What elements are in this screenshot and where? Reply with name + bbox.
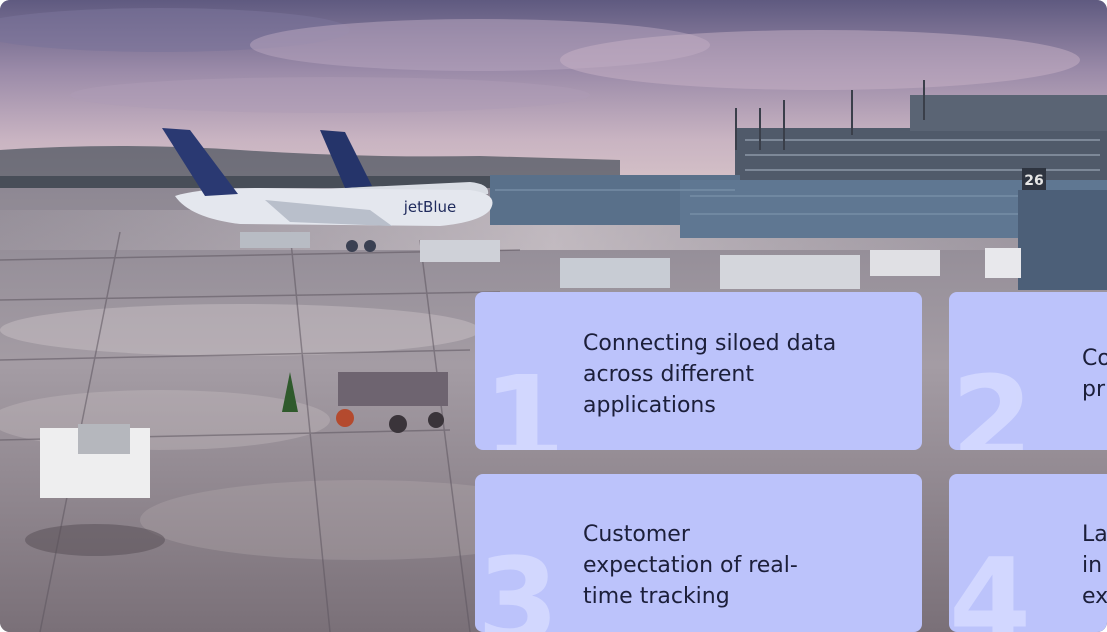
challenge-card-2: 2 Co pr xyxy=(949,292,1107,450)
challenge-card-1: 1 Connecting siloed data across differen… xyxy=(475,292,922,450)
card-number: 3 xyxy=(477,532,559,632)
card-text: Customer expectation of real-time tracki… xyxy=(583,521,798,609)
card-number: 1 xyxy=(483,350,565,450)
svg-text:26: 26 xyxy=(1024,173,1043,189)
challenge-card-4: 4 La in ex xyxy=(949,474,1107,632)
hero-section: 26 jetBlue 1 Connecting siloed data acro… xyxy=(0,0,1107,632)
card-text: Co pr xyxy=(1082,346,1107,402)
card-text: La in ex xyxy=(1082,521,1107,609)
card-number: 4 xyxy=(949,532,1031,632)
card-number: 2 xyxy=(951,350,1033,450)
card-text: Connecting siloed data across different … xyxy=(583,330,837,418)
challenge-card-3: 3 Customer expectation of real-time trac… xyxy=(475,474,922,632)
svg-text:jetBlue: jetBlue xyxy=(403,198,456,216)
